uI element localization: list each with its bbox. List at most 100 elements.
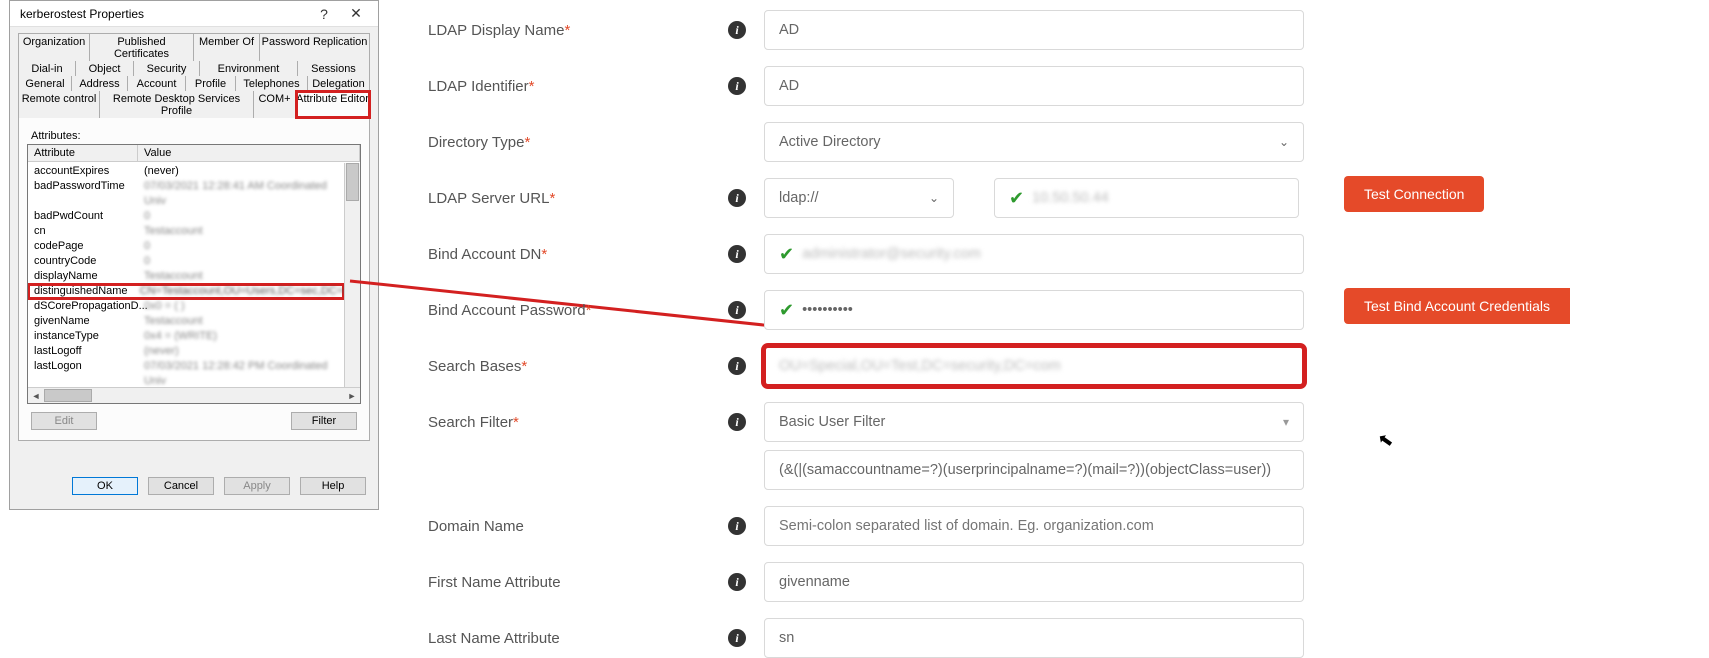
info-icon[interactable]: i — [728, 629, 746, 647]
tab-com-plus[interactable]: COM+ — [254, 91, 296, 118]
attr-value: CN=Testaccount,OU=Users,DC=sec,DC=com — [134, 284, 344, 299]
filter-button[interactable]: Filter — [291, 412, 357, 430]
input-search-bases[interactable]: OU=Special,OU=Test,DC=security,DC=com — [764, 346, 1304, 386]
ok-button[interactable]: OK — [72, 477, 138, 495]
info-icon[interactable]: i — [728, 517, 746, 535]
tab-account[interactable]: Account — [128, 76, 186, 91]
info-icon[interactable]: i — [728, 357, 746, 375]
table-buttons: Edit Filter — [27, 412, 361, 430]
titlebar: kerberostest Properties ? ✕ — [10, 1, 378, 27]
col-value[interactable]: Value — [138, 145, 360, 161]
info-icon[interactable]: i — [728, 245, 746, 263]
tab-address[interactable]: Address — [72, 76, 128, 91]
attr-value: 0 — [138, 254, 344, 269]
tab-delegation[interactable]: Delegation — [308, 76, 370, 91]
scroll-thumb[interactable] — [346, 163, 359, 201]
tab-profile[interactable]: Profile — [186, 76, 236, 91]
tab-remote-control[interactable]: Remote control — [18, 91, 100, 118]
tab-password-replication[interactable]: Password Replication — [260, 33, 370, 61]
scroll-left-icon[interactable]: ◄ — [28, 388, 44, 403]
row-display-name: LDAP Display Name* i — [428, 10, 1689, 50]
tab-row-1: Organization Published Certificates Memb… — [18, 33, 370, 61]
scroll-right-icon[interactable]: ► — [344, 388, 360, 403]
select-search-filter[interactable]: Basic User Filter ▾ — [764, 402, 1304, 442]
close-button[interactable]: ✕ — [340, 4, 372, 24]
window-title: kerberostest Properties — [20, 7, 308, 21]
tab-general[interactable]: General — [18, 76, 72, 91]
input-server-host[interactable]: ✔ 10.50.50.44 — [994, 178, 1299, 218]
row-identifier: LDAP Identifier* i — [428, 66, 1689, 106]
attr-name: countryCode — [28, 254, 138, 269]
test-bind-button[interactable]: Test Bind Account Credentials — [1344, 288, 1570, 324]
attr-row-givenName[interactable]: givenNameTestaccount — [28, 314, 344, 329]
info-icon[interactable]: i — [728, 21, 746, 39]
label-search-bases: Search Bases* — [428, 358, 728, 375]
attr-row-lastLogon[interactable]: lastLogon07/03/2021 12:28:42 PM Coordina… — [28, 359, 344, 387]
attr-row-countryCode[interactable]: countryCode0 — [28, 254, 344, 269]
input-bind-password[interactable]: ✔ •••••••••• — [764, 290, 1304, 330]
select-url-scheme[interactable]: ldap:// ⌄ — [764, 178, 954, 218]
tab-telephones[interactable]: Telephones — [236, 76, 308, 91]
attr-row-badPasswordTime[interactable]: badPasswordTime07/03/2021 12:28:41 AM Co… — [28, 179, 344, 209]
select-directory-type[interactable]: Active Directory ⌄ — [764, 122, 1304, 162]
attr-row-codePage[interactable]: codePage0 — [28, 239, 344, 254]
tab-attribute-editor[interactable]: Attribute Editor — [296, 91, 370, 118]
info-icon[interactable]: i — [728, 573, 746, 591]
select-value: Active Directory — [779, 134, 881, 150]
attributes-table: Attribute Value accountExpires(never)bad… — [27, 144, 361, 404]
attr-row-distinguishedName[interactable]: distinguishedNameCN=Testaccount,OU=Users… — [28, 284, 344, 299]
label-server-url: LDAP Server URL* — [428, 190, 728, 207]
attr-row-lastLogoff[interactable]: lastLogoff(never) — [28, 344, 344, 359]
attr-row-displayName[interactable]: displayNameTestaccount — [28, 269, 344, 284]
edit-button[interactable]: Edit — [31, 412, 97, 430]
tab-member-of[interactable]: Member Of — [194, 33, 260, 61]
col-attribute[interactable]: Attribute — [28, 145, 138, 161]
row-search-filter-expr: i (&(|(samaccountname=?)(userprincipalna… — [428, 450, 1689, 490]
tab-row-2: Dial-in Object Security Environment Sess… — [18, 61, 370, 76]
tab-object[interactable]: Object — [76, 61, 134, 76]
attr-name: codePage — [28, 239, 138, 254]
tab-environment[interactable]: Environment — [200, 61, 298, 76]
attr-row-cn[interactable]: cnTestaccount — [28, 224, 344, 239]
label-identifier: LDAP Identifier* — [428, 78, 728, 95]
input-first-name-attr[interactable] — [764, 562, 1304, 602]
label-display-name: LDAP Display Name* — [428, 22, 728, 39]
info-icon[interactable]: i — [728, 189, 746, 207]
tab-published-certificates[interactable]: Published Certificates — [90, 33, 194, 61]
label-last-name-attr: Last Name Attribute — [428, 630, 728, 647]
info-icon[interactable]: i — [728, 413, 746, 431]
attr-name: lastLogoff — [28, 344, 138, 359]
tab-sessions[interactable]: Sessions — [298, 61, 370, 76]
attr-row-accountExpires[interactable]: accountExpires(never) — [28, 164, 344, 179]
input-identifier[interactable] — [764, 66, 1304, 106]
horizontal-scrollbar[interactable]: ◄ ► — [28, 387, 360, 403]
attr-row-instanceType[interactable]: instanceType0x4 = (WRITE) — [28, 329, 344, 344]
attr-name: badPasswordTime — [28, 179, 138, 209]
attr-name: displayName — [28, 269, 138, 284]
input-bind-dn[interactable]: ✔ administrator@security.com — [764, 234, 1304, 274]
apply-button[interactable]: Apply — [224, 477, 290, 495]
attr-row-badPwdCount[interactable]: badPwdCount0 — [28, 209, 344, 224]
input-display-name[interactable] — [764, 10, 1304, 50]
scroll-thumb-h[interactable] — [44, 389, 92, 402]
attr-row-dSCorePropagationD...[interactable]: dSCorePropagationD...0x0 = ( ) — [28, 299, 344, 314]
info-icon[interactable]: i — [728, 77, 746, 95]
attributes-body[interactable]: accountExpires(never)badPasswordTime07/0… — [28, 164, 344, 387]
row-last-name-attr: Last Name Attribute i — [428, 618, 1689, 658]
attr-name: badPwdCount — [28, 209, 138, 224]
vertical-scrollbar[interactable] — [344, 163, 360, 387]
help-button[interactable]: Help — [300, 477, 366, 495]
help-button[interactable]: ? — [308, 4, 340, 24]
input-last-name-attr[interactable] — [764, 618, 1304, 658]
tab-security[interactable]: Security — [134, 61, 200, 76]
cancel-button[interactable]: Cancel — [148, 477, 214, 495]
tab-dial-in[interactable]: Dial-in — [18, 61, 76, 76]
input-search-filter-expr[interactable]: (&(|(samaccountname=?)(userprincipalname… — [764, 450, 1304, 490]
row-bind-dn: Bind Account DN* i ✔ administrator@secur… — [428, 234, 1689, 274]
tab-rds-profile[interactable]: Remote Desktop Services Profile — [100, 91, 254, 118]
dialog-buttons: OK Cancel Apply Help — [10, 467, 378, 505]
test-connection-button[interactable]: Test Connection — [1344, 176, 1484, 212]
tab-organization[interactable]: Organization — [18, 33, 90, 61]
input-domain-name[interactable] — [764, 506, 1304, 546]
info-icon[interactable]: i — [728, 301, 746, 319]
